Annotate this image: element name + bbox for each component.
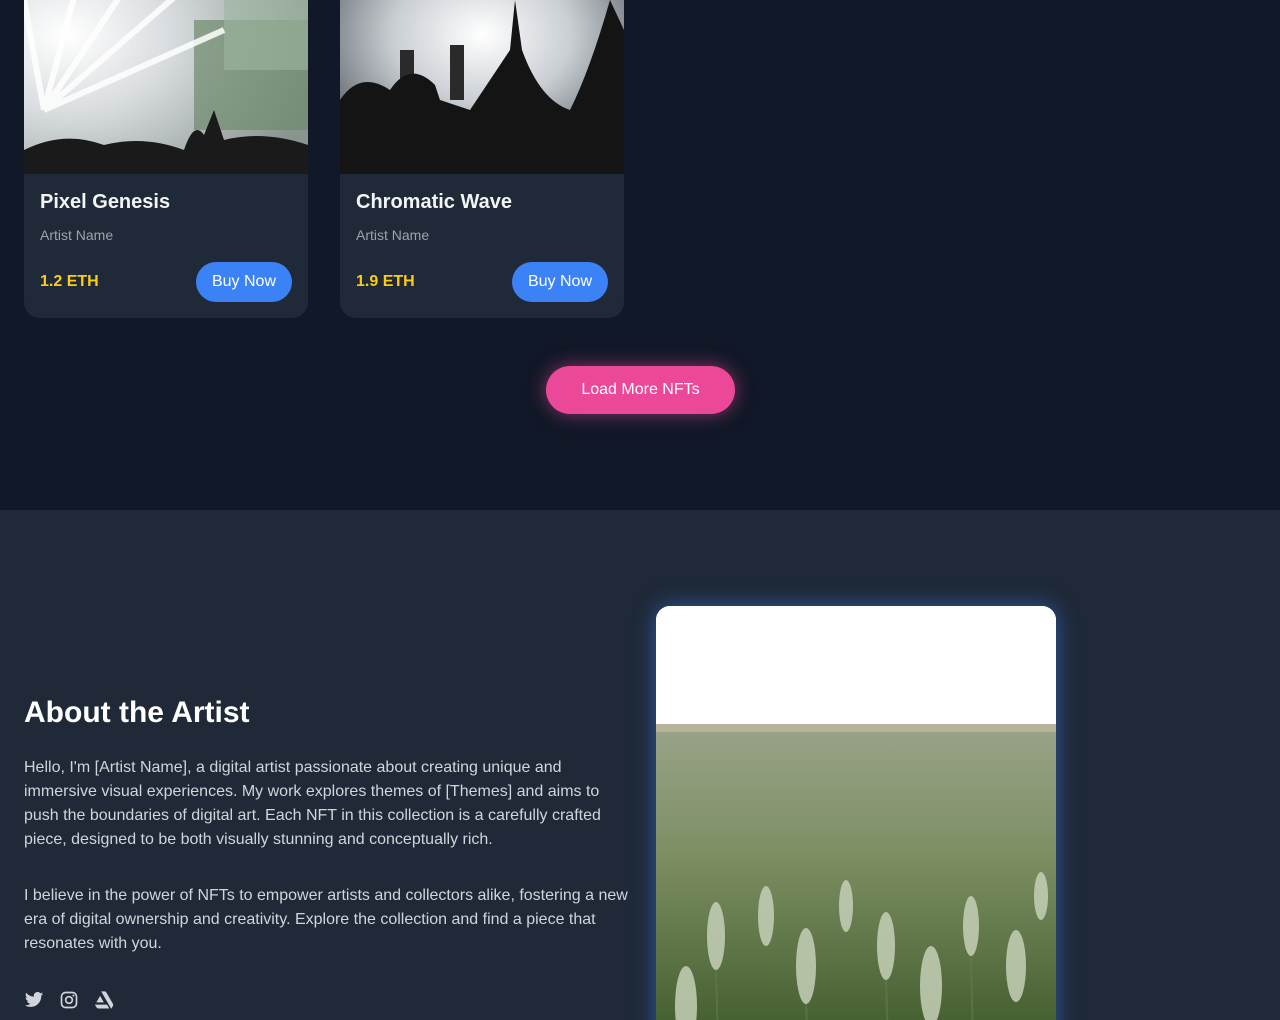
nft-artist: Artist Name: [356, 227, 430, 243]
nft-gallery-section: Pixel Genesis Artist Name 1.2 ETH Buy No…: [0, 0, 1280, 510]
twitter-icon[interactable]: [24, 990, 44, 1010]
nft-image-concert-crowd[interactable]: [340, 0, 624, 174]
nft-image-concert-lights[interactable]: [24, 0, 308, 174]
about-artist-section: About the Artist Hello, I'm [Artist Name…: [0, 510, 1280, 1020]
nft-title: Chromatic Wave: [356, 191, 512, 213]
section-heading: About the Artist: [24, 696, 250, 729]
load-more-button[interactable]: Load More NFTs: [546, 366, 735, 414]
artist-image-wheat-field: [656, 606, 1056, 1020]
nft-card[interactable]: Pixel Genesis Artist Name 1.2 ETH Buy No…: [24, 0, 308, 318]
social-links: [24, 990, 114, 1010]
nft-title: Pixel Genesis: [40, 191, 171, 213]
instagram-icon[interactable]: [59, 990, 79, 1010]
nft-artist: Artist Name: [40, 227, 114, 243]
buy-now-button[interactable]: Buy Now: [511, 262, 608, 302]
buy-now-button[interactable]: Buy Now: [195, 262, 292, 302]
nft-price: 1.9 ETH: [356, 273, 415, 290]
about-paragraph: I believe in the power of NFTs to empowe…: [24, 887, 628, 952]
nft-price: 1.2 ETH: [40, 273, 99, 290]
about-paragraph: Hello, I'm [Artist Name], a digital arti…: [24, 759, 601, 848]
artstation-icon[interactable]: [94, 990, 114, 1010]
nft-card[interactable]: Chromatic Wave Artist Name 1.9 ETH Buy N…: [340, 0, 624, 318]
